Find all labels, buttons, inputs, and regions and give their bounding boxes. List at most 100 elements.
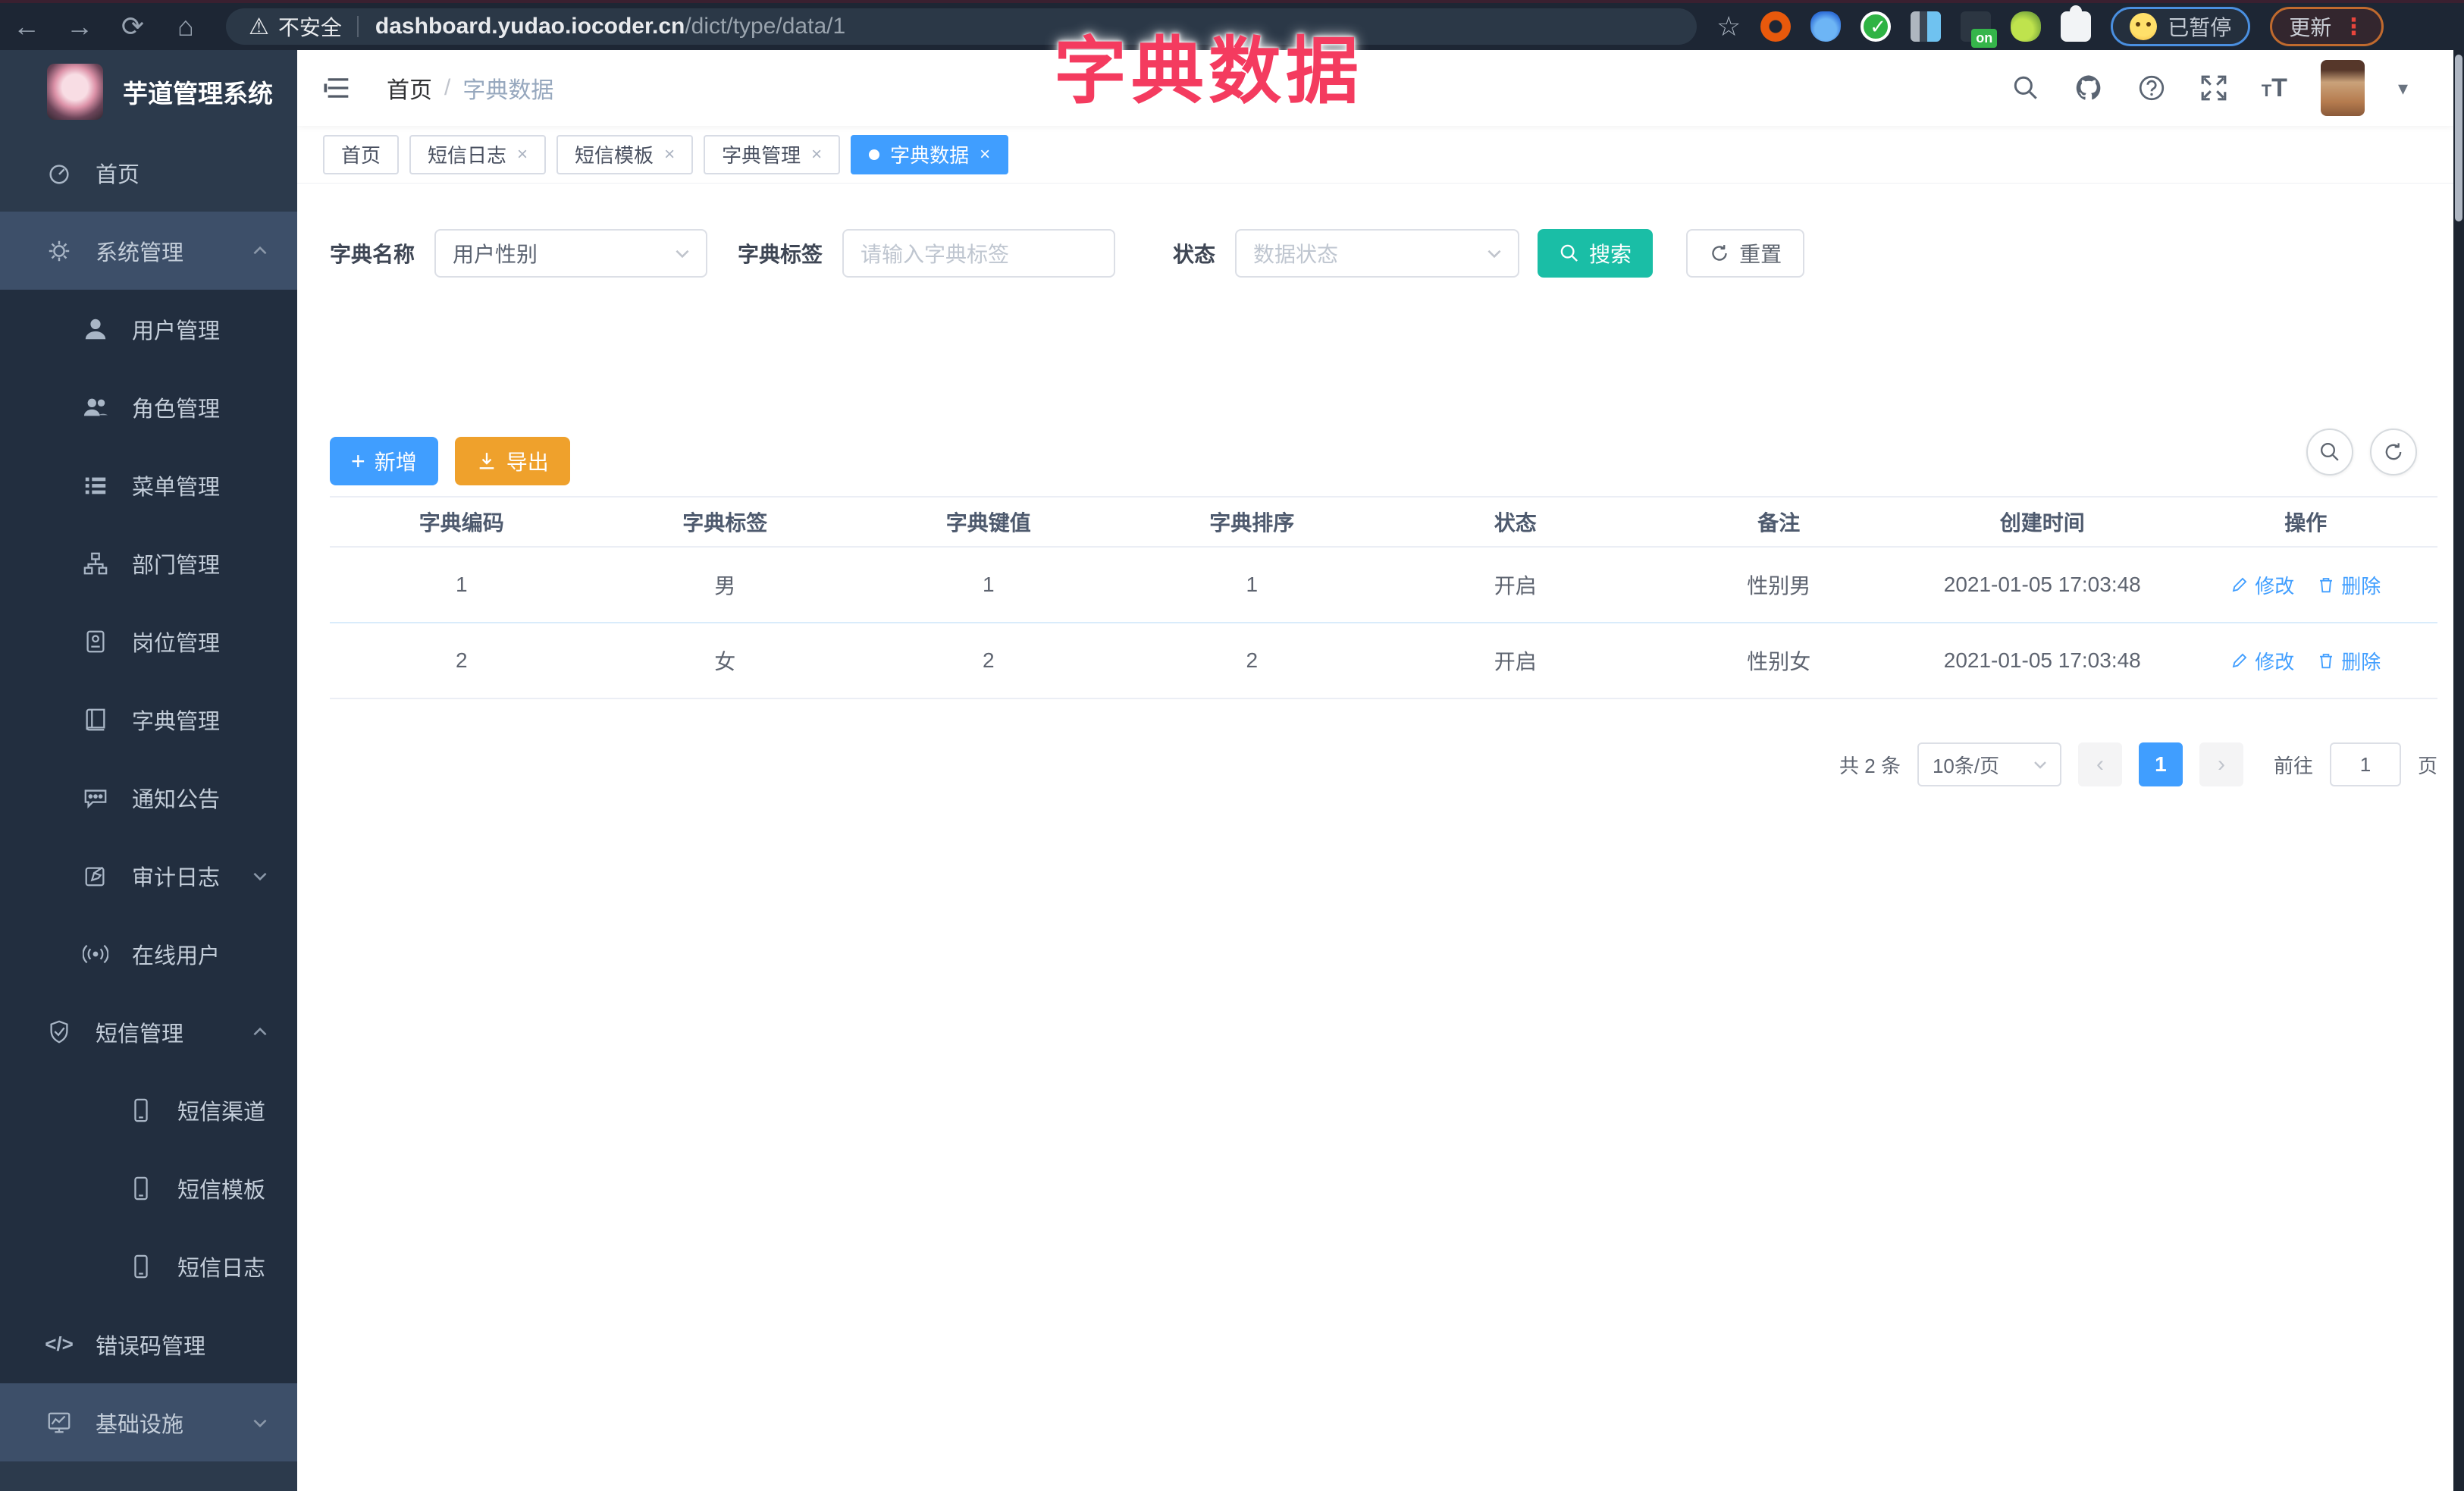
page-scrollbar[interactable]: [2453, 50, 2464, 1491]
extensions-puzzle-icon[interactable]: [2061, 5, 2092, 42]
toggle-search-button[interactable]: [2306, 428, 2353, 476]
breadcrumb-separator: /: [444, 75, 451, 100]
browser-refresh-icon[interactable]: ⟳: [106, 11, 159, 42]
prev-page-button[interactable]: ‹: [2077, 742, 2122, 786]
sidebar-item-sms-template[interactable]: 短信模板: [0, 1149, 297, 1227]
user-avatar[interactable]: [2320, 60, 2365, 116]
tab-dict-manage[interactable]: 字典管理 ×: [704, 134, 841, 174]
font-size-icon[interactable]: TT: [2262, 74, 2287, 103]
code-icon: </>: [45, 1332, 74, 1355]
shield-check-icon: [44, 1019, 74, 1045]
table-row: 1 男 1 1 开启 性别男 2021-01-05 17:03:48 修改 删除: [330, 548, 2437, 623]
sidebar-item-posts[interactable]: 岗位管理: [0, 602, 297, 680]
sidebar-item-menus[interactable]: 菜单管理: [0, 446, 297, 524]
action-bar: + 新增 导出: [330, 437, 570, 485]
address-bar[interactable]: ⚠ 不安全 dashboard.yudao.iocoder.cn /dict/t…: [226, 8, 1697, 45]
tab-sms-template[interactable]: 短信模板 ×: [556, 134, 694, 174]
table-header-row: 字典编码 字典标签 字典键值 字典排序 状态 备注 创建时间 操作: [330, 498, 2437, 548]
search-icon[interactable]: [2011, 74, 2040, 102]
phone-icon: [126, 1254, 156, 1279]
sidebar-item-online-users[interactable]: 在线用户: [0, 915, 297, 993]
paused-label: 已暂停: [2168, 16, 2232, 39]
col-code: 字典编码: [419, 511, 504, 535]
tab-home[interactable]: 首页: [323, 134, 400, 174]
sidebar-item-roles[interactable]: 角色管理: [0, 368, 297, 446]
main-area: 首页 / 字典数据 TT ▾ 首页 短信日志 × 短信模板 × 字典管理 × 字…: [297, 50, 2453, 1491]
edit-link[interactable]: 修改: [2230, 571, 2294, 599]
goto-page-input[interactable]: 1: [2329, 742, 2401, 786]
tab-dict-data[interactable]: 字典数据 ×: [851, 134, 1009, 174]
dict-tag-input[interactable]: 请输入字典标签: [842, 229, 1116, 278]
insecure-label: 不安全: [277, 16, 342, 39]
book-icon: [80, 707, 111, 733]
extension-check-icon[interactable]: [1861, 11, 1892, 42]
extension-bars-icon[interactable]: [1911, 11, 1942, 42]
col-label: 字典标签: [682, 511, 768, 535]
close-icon[interactable]: ×: [664, 144, 675, 165]
update-button[interactable]: 更新 ⋮: [2270, 7, 2384, 46]
extension-orange-icon[interactable]: [1760, 11, 1792, 42]
sidebar-item-infrastructure[interactable]: 基础设施: [0, 1383, 297, 1461]
reset-button[interactable]: 重置: [1686, 229, 1805, 278]
breadcrumb-home[interactable]: 首页: [387, 71, 432, 105]
url-path: /dict/type/data/1: [685, 14, 846, 39]
extension-sprout-icon[interactable]: [2011, 11, 2042, 42]
browser-menu-icon[interactable]: ⋮: [2342, 14, 2365, 40]
edit-icon: [80, 863, 111, 889]
browser-home-icon[interactable]: ⌂: [159, 11, 212, 42]
export-button[interactable]: 导出: [454, 437, 570, 485]
sidebar-item-notice[interactable]: 通知公告: [0, 758, 297, 837]
breadcrumb-current: 字典数据: [462, 78, 554, 103]
sidebar-item-audit-log[interactable]: 审计日志: [0, 837, 297, 915]
id-badge-icon: [80, 629, 111, 654]
paused-button[interactable]: 已暂停: [2111, 7, 2251, 46]
page-size-select[interactable]: 10条/页: [1917, 742, 2061, 786]
close-icon[interactable]: ×: [811, 144, 822, 165]
status-text: 开启: [1494, 650, 1537, 673]
status-select[interactable]: 数据状态: [1235, 229, 1520, 278]
total-count: 共 2 条: [1839, 754, 1901, 777]
extension-switch-icon[interactable]: on: [1961, 11, 1998, 48]
sidebar-item-departments[interactable]: 部门管理: [0, 524, 297, 602]
sidebar-item-sms-log[interactable]: 短信日志: [0, 1227, 297, 1305]
close-icon[interactable]: ×: [980, 144, 990, 165]
delete-link[interactable]: 删除: [2317, 571, 2381, 599]
logo-row[interactable]: 芋道管理系统: [0, 50, 297, 133]
dict-name-select[interactable]: 用户性别: [434, 229, 708, 278]
fullscreen-icon[interactable]: [2199, 74, 2228, 102]
pagination: 共 2 条 10条/页 ‹ 1 › 前往 1 页: [330, 742, 2437, 787]
avatar-caret-icon[interactable]: ▾: [2398, 77, 2408, 100]
current-page-button[interactable]: 1: [2138, 742, 2183, 786]
extension-drop-icon[interactable]: [1810, 11, 1842, 42]
col-status: 状态: [1494, 511, 1537, 535]
status-label: 状态: [1173, 243, 1216, 266]
sidebar-item-sms[interactable]: 短信管理: [0, 993, 297, 1071]
help-icon[interactable]: [2137, 74, 2166, 102]
refresh-button[interactable]: [2370, 428, 2417, 476]
scrollbar-thumb[interactable]: [2455, 55, 2462, 221]
close-icon[interactable]: ×: [517, 144, 528, 165]
sidebar-item-home[interactable]: 首页: [0, 133, 297, 212]
address-divider: [356, 16, 359, 37]
next-page-button[interactable]: ›: [2199, 742, 2243, 786]
bookmark-star-icon[interactable]: ☆: [1716, 11, 1741, 42]
col-created: 创建时间: [1999, 511, 2085, 535]
add-button[interactable]: + 新增: [330, 437, 438, 485]
edit-link[interactable]: 修改: [2230, 647, 2294, 675]
app-title: 芋道管理系统: [123, 80, 273, 108]
tab-sms-log[interactable]: 短信日志 ×: [409, 134, 547, 174]
search-button[interactable]: 搜索: [1538, 229, 1654, 278]
sidebar-item-system[interactable]: 系统管理: [0, 212, 297, 290]
on-badge: on: [1971, 29, 1998, 48]
delete-link[interactable]: 删除: [2317, 647, 2381, 675]
sidebar-item-error-codes[interactable]: </> 错误码管理: [0, 1305, 297, 1383]
browser-back-icon[interactable]: ←: [0, 11, 53, 42]
sidebar-item-dict[interactable]: 字典管理: [0, 680, 297, 758]
status-text: 开启: [1494, 574, 1537, 598]
sidebar-collapse-icon[interactable]: [323, 73, 353, 103]
sidebar-item-sms-channel[interactable]: 短信渠道: [0, 1071, 297, 1149]
page-title-overlay: 字典数据: [1054, 31, 1363, 112]
sidebar-item-users[interactable]: 用户管理: [0, 290, 297, 368]
browser-forward-icon[interactable]: →: [53, 11, 106, 42]
github-icon[interactable]: [2074, 73, 2104, 103]
